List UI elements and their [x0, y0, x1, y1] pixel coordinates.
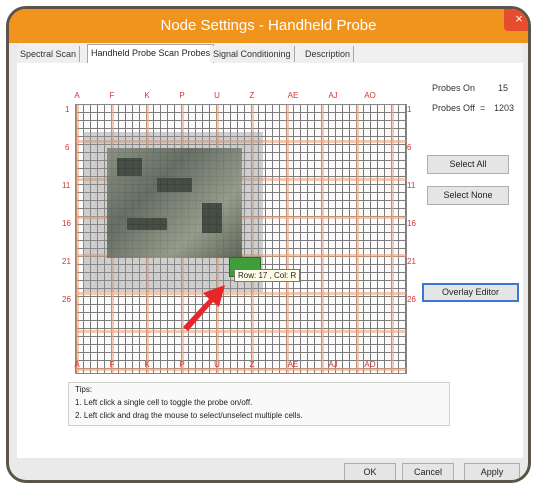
row-label: 6: [65, 143, 70, 152]
overlay-editor-button[interactable]: Overlay Editor: [422, 283, 519, 302]
tab-strip: Spectral Scan Handheld Probe Scan Probes…: [17, 43, 523, 64]
tab-spectral-scan[interactable]: Spectral Scan: [17, 46, 81, 62]
column-label: AJ: [328, 91, 338, 100]
column-label: AO: [364, 91, 376, 100]
column-label: A: [74, 91, 80, 100]
tip-line: 2. Left click and drag the mouse to sele…: [75, 411, 303, 420]
row-label: 1: [407, 105, 412, 114]
tab-handheld-probe-scan-probes[interactable]: Handheld Probe Scan Probes: [87, 44, 215, 64]
column-label: P: [179, 91, 185, 100]
app-window: Node Settings - Handheld Probe × Spectra…: [6, 6, 531, 483]
probes-off-separator: =: [480, 103, 486, 113]
column-label: A: [74, 360, 80, 369]
probes-off-label: Probes Off: [432, 103, 475, 113]
close-icon[interactable]: ×: [504, 9, 528, 31]
annotation-arrow-icon: [183, 285, 225, 331]
dialog-body: Spectral Scan Handheld Probe Scan Probes…: [17, 43, 523, 458]
row-label: 26: [62, 295, 71, 304]
column-label: U: [214, 360, 220, 369]
column-label: AE: [287, 360, 299, 369]
tab-description[interactable]: Description: [302, 46, 355, 62]
tip-line: 1. Left click a single cell to toggle th…: [75, 398, 253, 407]
tab-signal-conditioning[interactable]: Signal Conditioning: [210, 46, 295, 62]
tips-heading: Tips:: [75, 385, 93, 394]
column-label: F: [109, 360, 115, 369]
probes-on-label: Probes On: [432, 83, 476, 93]
column-label: Z: [249, 91, 255, 100]
select-none-button[interactable]: Select None: [427, 186, 509, 205]
column-label: AO: [364, 360, 376, 369]
row-label: 21: [407, 257, 416, 266]
row-label: 16: [62, 219, 71, 228]
window-title: Node Settings - Handheld Probe: [160, 17, 377, 34]
row-label: 16: [407, 219, 416, 228]
column-label: Z: [249, 360, 255, 369]
column-label: F: [109, 91, 115, 100]
probes-off-value: 1203: [494, 103, 515, 113]
row-label: 11: [407, 181, 416, 190]
row-label: 26: [407, 295, 416, 304]
overlay-image: [107, 148, 242, 258]
title-bar: Node Settings - Handheld Probe ×: [9, 9, 528, 43]
tab-content: A F K P U Z AE AJ AO Row: 17 , Col: R 1 …: [17, 63, 523, 458]
column-label: K: [144, 91, 150, 100]
row-label: 1: [65, 105, 70, 114]
column-label: P: [179, 360, 185, 369]
column-label: K: [144, 360, 150, 369]
cell-tooltip: Row: 17 , Col: R: [234, 269, 301, 282]
tips-box: Tips: 1. Left click a single cell to tog…: [68, 382, 450, 426]
row-label: 11: [62, 181, 71, 190]
column-label: AJ: [328, 360, 338, 369]
select-all-button[interactable]: Select All: [427, 155, 509, 174]
row-label: 6: [407, 143, 412, 152]
apply-button[interactable]: Apply: [464, 463, 520, 480]
ok-button[interactable]: OK: [344, 463, 396, 480]
column-label: U: [214, 91, 220, 100]
column-label: AE: [287, 91, 299, 100]
cancel-button[interactable]: Cancel: [402, 463, 454, 480]
probes-on-value: 15: [498, 83, 509, 93]
row-label: 21: [62, 257, 71, 266]
